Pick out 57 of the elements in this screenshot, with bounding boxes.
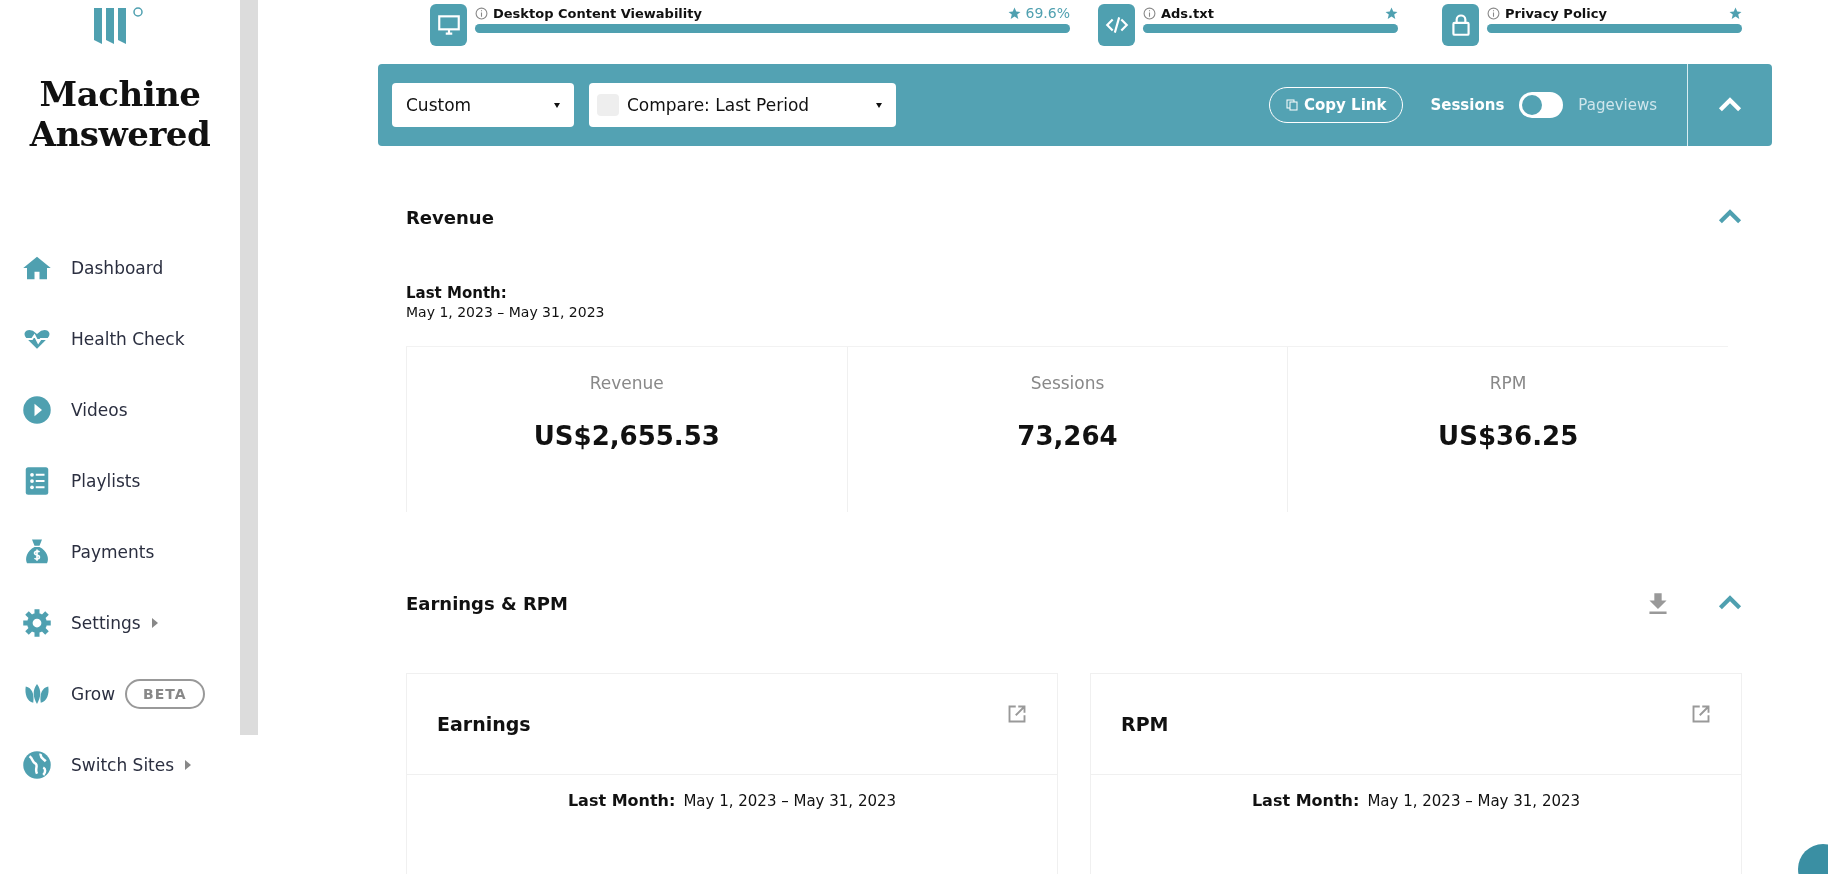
chevron-up-icon [1718, 97, 1742, 113]
external-link-icon[interactable] [1007, 704, 1027, 724]
period-dates: May 1, 2023 – May 31, 2023 [683, 792, 897, 810]
download-icon[interactable] [1648, 592, 1668, 614]
period-label: Last Month: [406, 284, 508, 302]
external-link-icon[interactable] [1691, 704, 1711, 724]
compare-dropdown[interactable]: Compare: Last Period [589, 83, 896, 127]
period-label: Last Month: [1251, 791, 1360, 810]
metric-toggle[interactable] [1519, 92, 1564, 118]
lock-icon [1442, 4, 1479, 46]
metric-label: Sessions [1030, 373, 1105, 393]
brand-name: Machine Answered [28, 74, 212, 154]
check-label: Desktop Content Viewability [493, 5, 703, 21]
star-icon [1385, 6, 1398, 20]
period-dates: May 1, 2023 – May 31, 2023 [1367, 792, 1581, 810]
info-icon[interactable] [1487, 6, 1500, 20]
nav-item[interactable]: Videos [22, 374, 240, 445]
globe-icon [22, 749, 52, 780]
nav-item[interactable]: Dashboard [22, 232, 240, 303]
card-title: RPM [1121, 713, 1169, 735]
nav-item[interactable]: Health Check [22, 303, 240, 374]
copy-icon [1286, 99, 1299, 111]
card-title: Earnings [437, 713, 531, 735]
period-dates: May 1, 2023 – May 31, 2023 [406, 304, 606, 320]
collapse-chevron-icon[interactable] [1718, 595, 1742, 611]
scrollbar[interactable] [240, 0, 258, 735]
star-icon [1729, 6, 1742, 20]
metric-value: US$2,655.53 [533, 421, 720, 451]
collapse-chevron-icon[interactable] [1718, 209, 1742, 225]
nav-item[interactable]: Settings [22, 587, 240, 658]
info-icon[interactable] [1143, 6, 1156, 20]
metric-label: RPM [1489, 373, 1527, 393]
nav-item[interactable]: Playlists [22, 445, 240, 516]
info-icon[interactable] [475, 6, 488, 20]
nav-item[interactable]: Grow BETA [22, 658, 240, 729]
score-reading: 69.6% [1025, 5, 1070, 21]
dropdown-caret-icon [554, 102, 560, 108]
dropdown-caret-icon [876, 102, 882, 108]
play-icon [22, 394, 52, 425]
gear-icon [22, 607, 52, 638]
nav-item[interactable]: Payments [22, 516, 240, 587]
metric-value: US$36.25 [1438, 421, 1579, 451]
period-label: Last Month: [567, 791, 676, 810]
monitor-icon [430, 4, 467, 46]
metric-value: 73,264 [1017, 421, 1118, 451]
date-range-dropdown[interactable]: Custom [392, 83, 574, 127]
beta-badge: BETA [125, 678, 205, 709]
metric-label: Revenue [589, 373, 664, 393]
nav-item[interactable]: Switch Sites [22, 729, 240, 800]
code-icon [1098, 4, 1135, 46]
check-label: Ads.txt [1161, 5, 1215, 21]
pageviews-label: Pageviews [1578, 96, 1657, 114]
star-icon [1007, 6, 1021, 20]
section-title: Earnings & RPM [406, 592, 569, 614]
sessions-label: Sessions [1430, 96, 1505, 114]
check-label: Privacy Policy [1505, 5, 1608, 21]
section-title: Revenue [406, 206, 495, 228]
